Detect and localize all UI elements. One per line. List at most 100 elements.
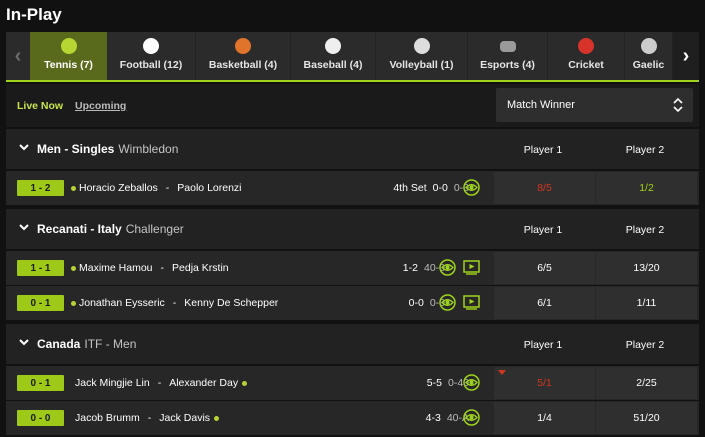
match-teams[interactable]: Jack Mingjie Lin - Alexander Day [75, 377, 248, 389]
odds-player-2-button[interactable]: 2/25 [596, 367, 697, 399]
sport-tab[interactable]: Volleyball (1) [376, 32, 468, 80]
sport-tab-label: Basketball (4) [208, 59, 278, 71]
odds-player-2-button[interactable]: 51/20 [596, 402, 697, 434]
sport-tab[interactable]: Esports (4) [468, 32, 548, 80]
odds-player-1-button[interactable]: 5/1 [494, 367, 595, 399]
team-separator: - [160, 262, 165, 274]
volleyball-icon [413, 38, 430, 54]
match-teams[interactable]: Maxime Hamou - Pedja Krstin [71, 262, 229, 274]
match-teams[interactable]: Jacob Brumm - Jack Davis [75, 412, 220, 424]
player-1-name: Horacio Zeballos [79, 182, 158, 194]
sport-tab[interactable]: Gaelic [625, 32, 673, 80]
match-row[interactable]: 1 - 2 Horacio Zeballos - Paolo Lorenzi 4th S… [6, 171, 699, 205]
live-score-info: 4th Set 0-0 0-0 [393, 182, 469, 194]
player-1-name: Jacob Brumm [75, 412, 140, 424]
game-score: 4-3 [425, 412, 441, 424]
serving-indicator [71, 265, 76, 271]
group-header[interactable]: Canada ITF - Men Player 1 Player 2 [6, 324, 699, 364]
player-1-name: Jonathan Eysseric [79, 297, 165, 309]
odds-player-1-value: 5/1 [537, 377, 552, 389]
odds-player-2-value: 51/20 [633, 412, 660, 424]
serving-indicator [71, 185, 76, 191]
upcoming-tab[interactable]: Upcoming [75, 100, 126, 112]
match-row[interactable]: 0 - 1 Jack Mingjie Lin - Alexander Day 5-5 0-… [6, 366, 699, 400]
match-row[interactable]: 0 - 0 Jacob Brumm - Jack Davis 4-3 40-A 1/4 51/… [6, 401, 699, 435]
live-tracker-icon[interactable] [439, 294, 456, 311]
tennis-ball-icon [60, 38, 77, 54]
football-icon [143, 38, 159, 54]
match-teams[interactable]: Horacio Zeballos - Paolo Lorenzi [71, 182, 242, 194]
odds-player-1-button[interactable]: 6/1 [494, 287, 595, 319]
set-score-badge: 0 - 0 [17, 410, 64, 426]
set-score-badge: 0 - 1 [17, 375, 64, 391]
group-header[interactable]: Recanati - Italy Challenger Player 1 Player… [6, 209, 699, 249]
player-1-name: Jack Mingjie Lin [75, 377, 150, 389]
serving-indicator [242, 380, 248, 386]
market-select[interactable]: Match Winner [496, 88, 693, 122]
column-header-player-2: Player 2 [625, 224, 665, 236]
chevron-down-icon [19, 224, 29, 231]
odds-player-1-value: 8/5 [537, 182, 552, 194]
group-subtitle: Challenger [125, 222, 184, 236]
cricket-ball-icon [578, 38, 594, 54]
market-select-value: Match Winner [507, 99, 575, 111]
live-tracker-icon[interactable] [463, 409, 480, 426]
match-row[interactable]: 1 - 1 Maxime Hamou - Pedja Krstin 1-2 40-0 6/5… [6, 251, 699, 285]
live-tracker-icon[interactable] [439, 259, 456, 276]
group-header[interactable]: Men - Singles Wimbledon Player 1 Player 2 [6, 129, 699, 169]
sport-tab[interactable]: Basketball (4) [196, 32, 291, 80]
scroll-left-button[interactable]: ‹ [6, 32, 30, 80]
odds-player-1-button[interactable]: 6/5 [494, 252, 595, 284]
scroll-right-button[interactable]: › [673, 32, 699, 80]
sport-tab[interactable]: Tennis (7) [30, 32, 107, 80]
odds-player-1-button[interactable]: 1/4 [494, 402, 595, 434]
player-2-name: Pedja Krstin [172, 262, 229, 274]
team-separator: - [157, 377, 162, 389]
player-2-name: Kenny De Schepper [184, 297, 279, 309]
live-stream-icon[interactable] [463, 260, 480, 275]
team-separator: - [147, 412, 152, 424]
odds-drifting-arrow-icon [498, 370, 506, 375]
sport-tab[interactable]: Football (12) [107, 32, 196, 80]
odds-player-1-value: 6/1 [537, 297, 552, 309]
live-tracker-icon[interactable] [463, 179, 480, 196]
group-name: Canada [37, 337, 81, 351]
game-score: 5-5 [426, 377, 442, 389]
odds-player-2-button[interactable]: 1/2 [596, 172, 697, 204]
serving-indicator [214, 415, 220, 421]
current-set: 4th Set [393, 182, 427, 194]
column-header-player-2: Player 2 [625, 144, 665, 156]
group-subtitle: Wimbledon [118, 142, 179, 156]
odds-player-1-button[interactable]: 8/5 [494, 172, 595, 204]
serving-indicator [71, 300, 76, 306]
baseball-icon [325, 38, 341, 54]
team-separator: - [165, 182, 170, 194]
set-score-badge: 1 - 1 [17, 260, 64, 276]
gaelic-icon [640, 38, 657, 54]
match-row[interactable]: 0 - 1 Jonathan Eysseric - Kenny De Schepper… [6, 286, 699, 320]
match-teams[interactable]: Jonathan Eysseric - Kenny De Schepper [71, 297, 279, 309]
odds-player-2-value: 2/25 [636, 377, 657, 389]
odds-player-1-value: 1/4 [537, 412, 552, 424]
live-stream-icon[interactable] [463, 295, 480, 310]
gamepad-icon [499, 41, 516, 52]
live-tracker-icon[interactable] [463, 374, 480, 391]
basketball-icon [235, 38, 251, 54]
odds-player-2-button[interactable]: 13/20 [596, 252, 697, 284]
odds-player-2-value: 1/11 [636, 297, 657, 309]
column-header-player-1: Player 1 [523, 224, 563, 236]
sport-tab[interactable]: Baseball (4) [291, 32, 376, 80]
live-now-tab[interactable]: Live Now [17, 100, 63, 112]
up-down-chevron-icon [673, 97, 683, 113]
filter-row: Live Now Upcoming Match Winner [6, 84, 699, 127]
sport-tab-label: Tennis (7) [44, 59, 93, 71]
sport-tab-label: Volleyball (1) [389, 59, 454, 71]
chevron-down-icon [19, 144, 29, 151]
game-score: 1-2 [402, 262, 418, 274]
player-2-name: Jack Davis [159, 412, 211, 424]
group-subtitle: ITF - Men [84, 337, 137, 351]
sport-tab-label: Esports (4) [480, 59, 535, 71]
sport-tab[interactable]: Cricket [548, 32, 625, 80]
set-score-badge: 1 - 2 [17, 180, 64, 196]
odds-player-2-button[interactable]: 1/11 [596, 287, 697, 319]
